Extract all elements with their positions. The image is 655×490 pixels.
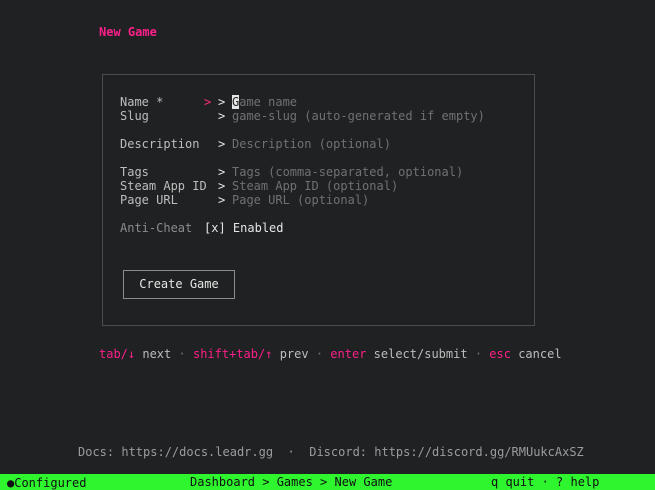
slug-input[interactable]: game-slug (auto-generated if empty): [232, 109, 485, 123]
help-key-cancel: esc: [489, 347, 511, 361]
footer-links: Docs: https://docs.leadr.gg · Discord: h…: [78, 445, 584, 459]
help-desc-cancel: cancel: [518, 347, 562, 361]
help-separator: ·: [315, 347, 324, 361]
help-desc-prev: prev: [279, 347, 309, 361]
breadcrumb: Dashboard > Games > New Game: [190, 475, 393, 489]
description-label: Description: [120, 137, 200, 151]
help-desc-submit: select/submit: [373, 347, 468, 361]
checkbox-box: [x]: [204, 221, 226, 235]
help-key-next: tab/↓: [99, 347, 136, 361]
name-input[interactable]: Game name: [232, 95, 297, 109]
help-separator: ·: [474, 347, 483, 361]
docs-label: Docs:: [78, 445, 115, 459]
tags-label: Tags: [120, 165, 149, 179]
page-title: New Game: [99, 25, 157, 39]
discord-link[interactable]: https://discord.gg/RMUukcAxSZ: [374, 445, 584, 459]
page-url-label: Page URL: [120, 193, 178, 207]
status-indicator: ● Configured: [7, 475, 86, 490]
anti-cheat-value: Enabled: [232, 221, 284, 235]
status-dot-icon: ●: [7, 476, 15, 490]
steam-app-id-input[interactable]: Steam App ID (optional): [232, 179, 398, 193]
steam-app-id-label: Steam App ID: [120, 179, 207, 193]
footer-separator: ·: [287, 445, 295, 459]
tags-prompt: >: [218, 165, 226, 179]
page-url-input[interactable]: Page URL (optional): [232, 193, 369, 207]
description-input[interactable]: Description (optional): [232, 137, 391, 151]
slug-label: Slug: [120, 109, 149, 123]
slug-prompt: >: [218, 109, 226, 123]
tags-input[interactable]: Tags (comma-separated, optional): [232, 165, 463, 179]
anti-cheat-label: Anti-Cheat: [120, 221, 193, 235]
help-desc-next: next: [142, 347, 172, 361]
description-prompt: >: [218, 137, 226, 151]
anti-cheat-checkbox[interactable]: [x] Enabled: [204, 221, 284, 235]
status-state: Configured: [14, 476, 87, 490]
help-separator: ·: [178, 347, 186, 361]
status-shortcuts: q quit · ? help: [491, 475, 600, 489]
name-label: Name *: [120, 95, 164, 109]
help-key-submit: enter: [330, 347, 367, 361]
status-bar: ● Configured Dashboard > Games > New Gam…: [0, 474, 655, 490]
steam-app-id-prompt: >: [218, 179, 226, 193]
name-placeholder: ame name: [239, 95, 298, 109]
help-key-prev: shift+tab/↑: [192, 347, 273, 361]
name-prompt: >: [218, 95, 226, 109]
create-game-button[interactable]: Create Game: [123, 270, 235, 299]
docs-link[interactable]: https://docs.leadr.gg: [121, 445, 273, 459]
active-field-marker: >: [204, 95, 212, 109]
discord-label: Discord:: [309, 445, 368, 459]
keybinding-help: tab/↓ next · shift+tab/↑ prev · enter se…: [99, 347, 562, 361]
page-url-prompt: >: [218, 193, 226, 207]
